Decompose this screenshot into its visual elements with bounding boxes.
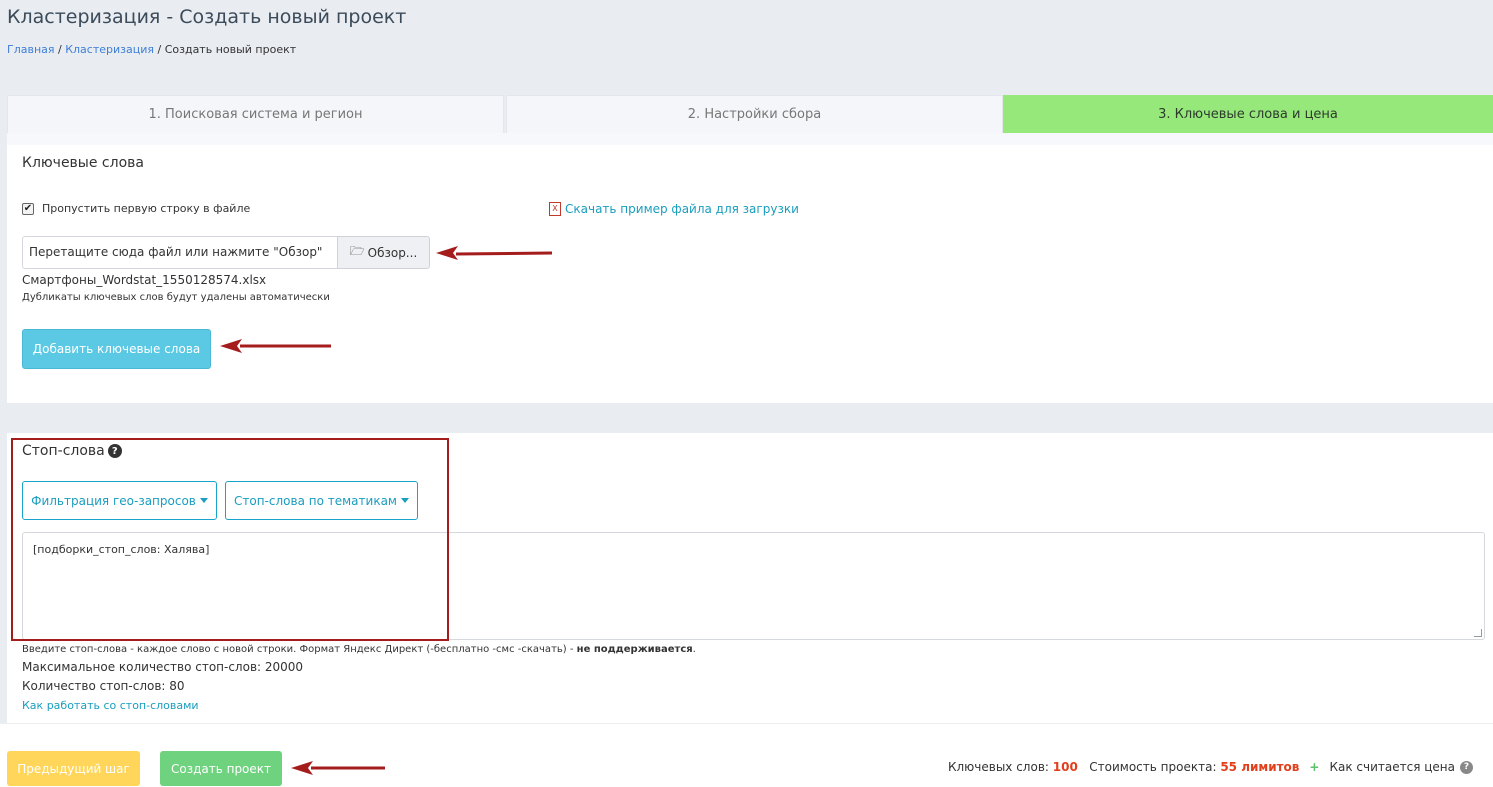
page-title: Кластеризация - Создать новый проект — [7, 6, 407, 28]
excel-file-icon: X — [549, 202, 561, 216]
price-explanation-link[interactable]: Как считается цена — [1329, 760, 1455, 774]
download-sample-label: Скачать пример файла для загрузки — [565, 202, 799, 216]
skip-first-row-option[interactable]: ✔ Пропустить первую строку в файле — [22, 202, 250, 215]
breadcrumb-home-link[interactable]: Главная — [7, 43, 55, 56]
breadcrumb-separator: / — [54, 43, 66, 56]
breadcrumb: Главная / Кластеризация / Создать новый … — [7, 43, 296, 56]
project-cost-label: Стоимость проекта: — [1089, 760, 1217, 774]
create-project-button[interactable]: Создать проект — [160, 751, 282, 786]
previous-step-button[interactable]: Предыдущий шаг — [7, 751, 140, 786]
wizard-tabs: 1. Поисковая система и регион 2. Настрой… — [7, 95, 1493, 133]
resize-handle-icon[interactable] — [1474, 629, 1482, 637]
duplicates-note: Дубликаты ключевых слов будут удалены ав… — [22, 292, 330, 303]
annotation-arrow-icon — [220, 339, 331, 353]
browse-button[interactable]: 🗁 Обзор... — [337, 236, 430, 269]
stopwords-howto-link[interactable]: Как работать со стоп-словами — [22, 699, 199, 712]
stopwords-max-count: Максимальное количество стоп-слов: 20000 — [22, 660, 304, 674]
annotation-arrow-icon — [436, 246, 553, 260]
tab-collection-settings[interactable]: 2. Настройки сбора — [506, 95, 1003, 133]
download-sample-link[interactable]: X Скачать пример файла для загрузки — [549, 202, 799, 216]
tab-keywords-price[interactable]: 3. Ключевые слова и цена — [1003, 95, 1493, 133]
browse-label: Обзор... — [367, 245, 418, 260]
skip-first-row-checkbox[interactable]: ✔ — [22, 202, 34, 215]
breadcrumb-section-link[interactable]: Кластеризация — [65, 43, 154, 56]
project-stats: Ключевых слов: 100 Стоимость проекта: 55… — [948, 760, 1473, 774]
add-keywords-button[interactable]: Добавить ключевые слова — [22, 329, 211, 369]
file-drop-input[interactable]: Перетащите сюда файл или нажмите "Обзор" — [22, 236, 338, 269]
uploaded-filename: Смартфоны_Wordstat_1550128574.xlsx — [22, 273, 267, 287]
keywords-count-label: Ключевых слов: — [947, 760, 1049, 774]
keywords-count-value: 100 — [1052, 760, 1078, 774]
panel-top-stripe — [7, 133, 1493, 145]
project-cost-value: 55 лимитов — [1220, 760, 1300, 774]
annotation-highlight-box — [11, 438, 449, 641]
keywords-section-title: Ключевые слова — [22, 155, 144, 171]
breadcrumb-separator: / — [154, 43, 165, 56]
breadcrumb-current: Создать новый проект — [164, 43, 297, 56]
stopwords-hint: Введите стоп-слова - каждое слово с ново… — [22, 644, 696, 655]
annotation-arrow-icon — [291, 761, 385, 775]
plus-icon: + — [1309, 760, 1320, 774]
question-circle-icon[interactable]: ? — [1460, 760, 1473, 774]
stopwords-hint-end: . — [692, 644, 696, 655]
skip-first-row-label: Пропустить первую строку в файле — [42, 202, 251, 215]
stopwords-count: Количество стоп-слов: 80 — [22, 679, 185, 693]
stopwords-hint-text: Введите стоп-слова - каждое слово с ново… — [22, 644, 577, 655]
stopwords-hint-bold: не поддерживается — [576, 644, 693, 655]
folder-open-icon: 🗁 — [349, 244, 365, 258]
tab-search-engine-region[interactable]: 1. Поисковая система и регион — [7, 95, 504, 133]
